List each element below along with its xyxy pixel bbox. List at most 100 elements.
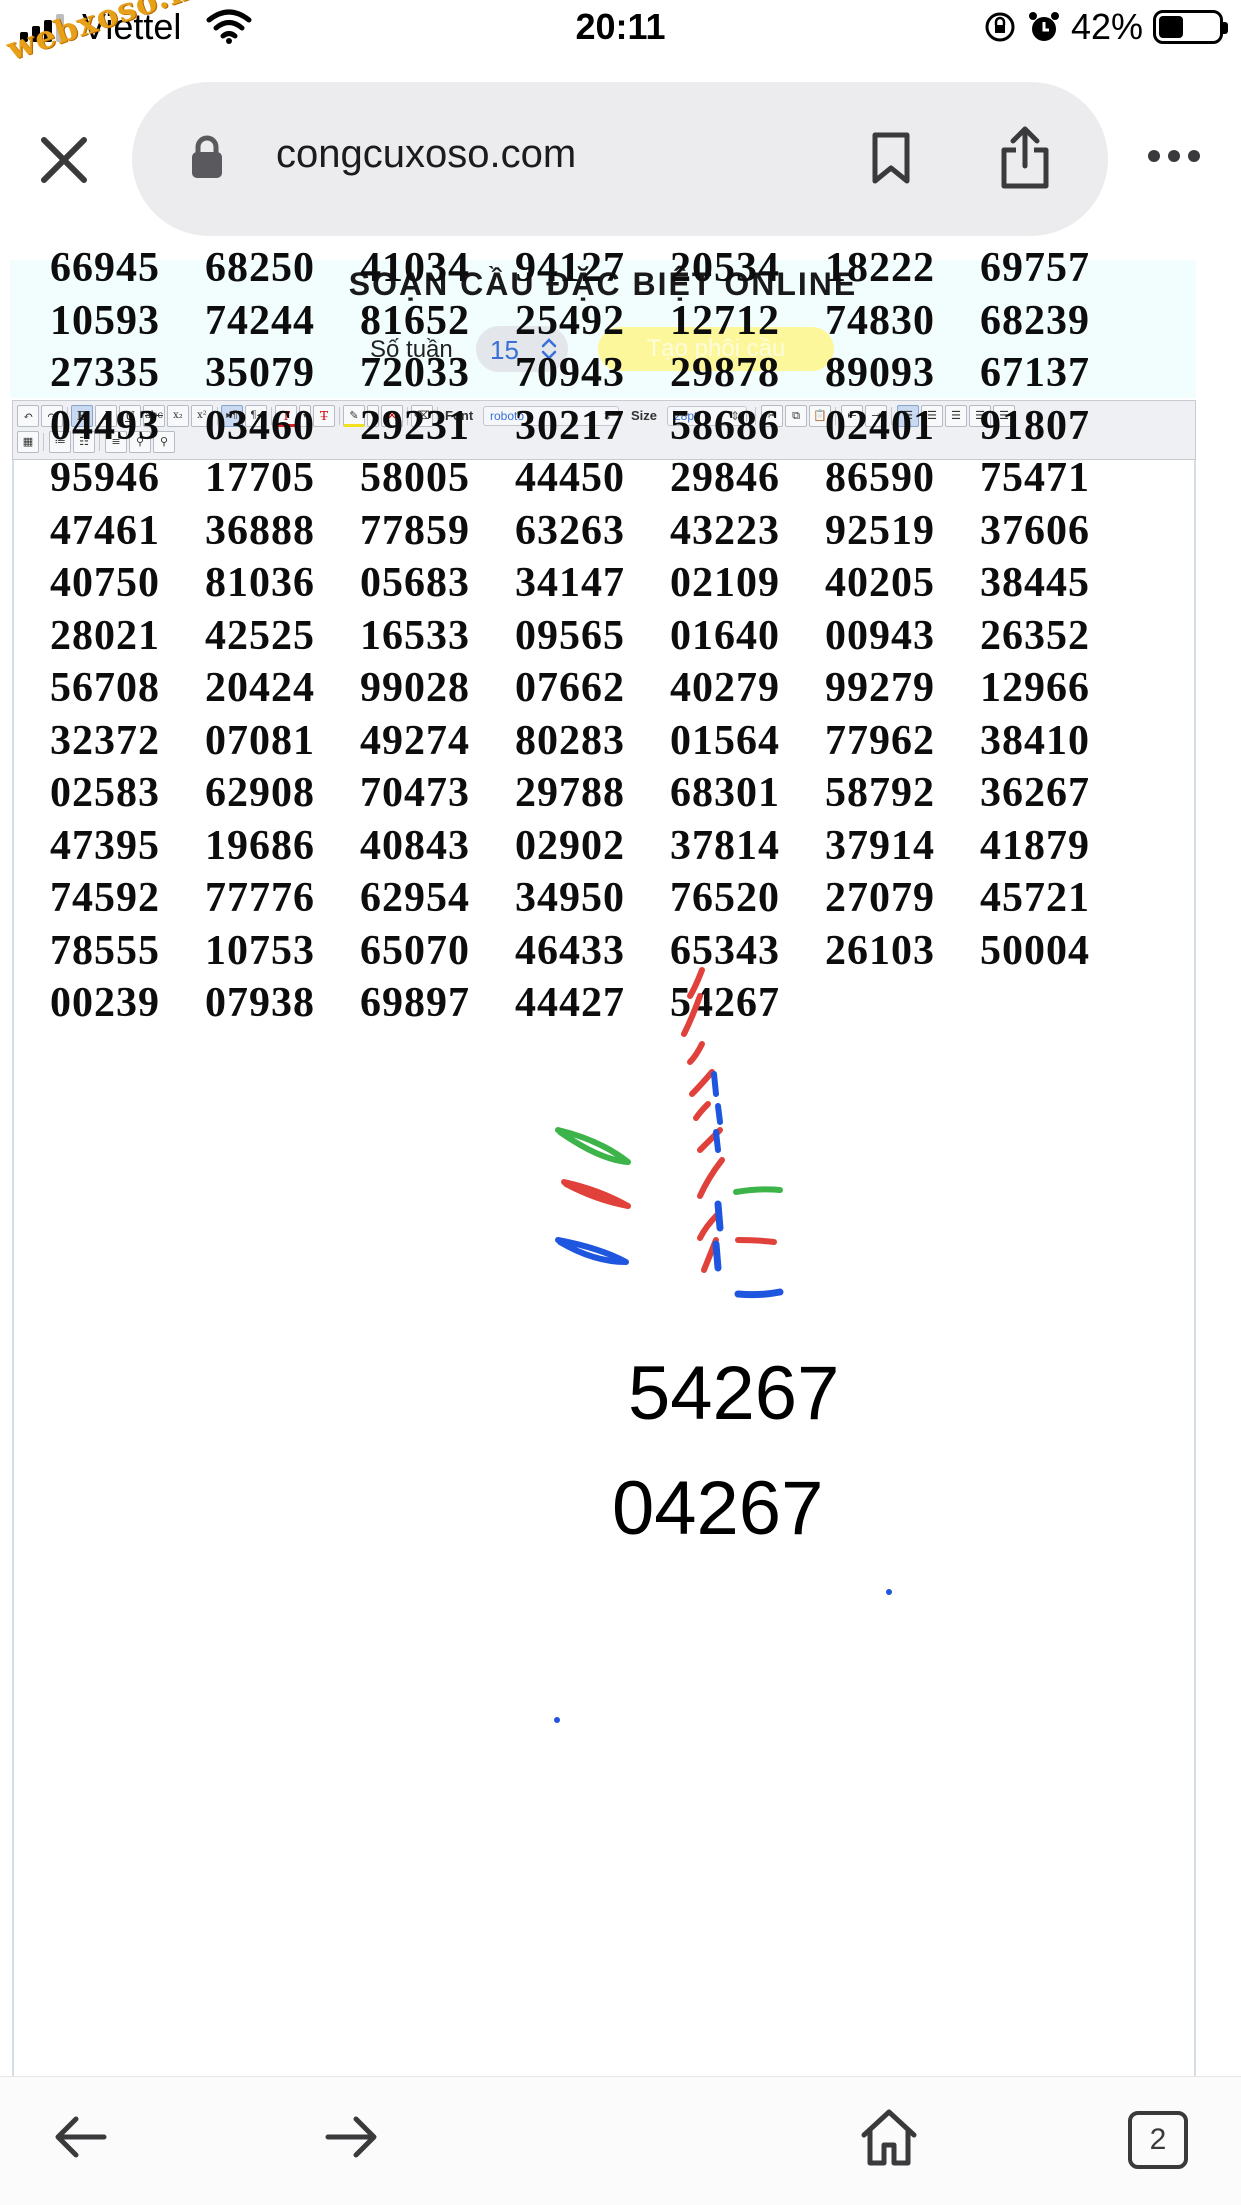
number-cell: 65070 [360,927,470,974]
number-cell: 95946 [50,455,160,501]
bookmark-icon[interactable] [870,132,912,184]
number-row: 28021 42525 16533 09565 01640 00943 26352 [50,610,1170,663]
number-cell: 29231 [360,402,470,449]
number-cell: 77859 [360,507,470,554]
number-cell: 75471 [980,455,1090,501]
number-cell: 02109 [670,560,780,606]
number-cell: 69897 [360,980,470,1026]
number-cell: 04493 [50,402,160,449]
number-cell: 12712 [670,297,780,344]
number-cell: 10593 [50,297,160,344]
share-icon[interactable] [998,126,1052,190]
number-row: 95946 17705 58005 44450 29846 86590 75471 [50,452,1170,505]
number-cell: 63263 [515,507,625,554]
home-icon[interactable] [860,2107,918,2167]
number-cell: 07081 [205,717,315,764]
lock-icon [192,135,222,178]
more-icon[interactable] [1146,148,1202,164]
number-cell: 58005 [360,455,470,501]
number-row: 04493 03460 29231 30217 58686 02401 91807 [50,400,1170,453]
number-cell: 58792 [825,770,935,816]
status-indicators: 42% [983,6,1228,48]
number-cell: 50004 [980,927,1090,974]
number-row: 47395 19686 40843 02902 37814 37914 41879 [50,820,1170,873]
number-cell: 49274 [360,717,470,764]
number-cell: 01564 [670,717,780,764]
address-bar[interactable]: congcuxoso.com [132,82,1108,236]
number-cell: 74244 [205,297,315,344]
number-cell: 54267 [670,980,780,1026]
number-cell: 20424 [205,665,315,711]
number-cell: 38410 [980,717,1090,764]
number-row: 56708 20424 99028 07662 40279 99279 12966 [50,662,1170,715]
number-cell: 36267 [980,770,1090,816]
number-cell: 26103 [825,927,935,974]
screen: Viettel webxoso.net 20:11 42% congcuxoso… [0,0,1241,2205]
tabs-icon[interactable]: 2 [1128,2111,1188,2169]
url-text[interactable]: congcuxoso.com [276,132,576,177]
number-cell: 07662 [515,665,625,711]
number-cell: 29788 [515,770,625,816]
result-line-1: 54267 [628,1351,840,1436]
number-cell: 29846 [670,455,780,501]
number-cell: 10753 [205,927,315,974]
back-arrow-icon[interactable] [52,2115,108,2159]
number-cell: 37914 [825,822,935,869]
number-cell: 37606 [980,507,1090,554]
status-bar: Viettel webxoso.net 20:11 42% [0,0,1241,68]
number-cell: 26352 [980,612,1090,659]
rotation-lock-icon [985,12,1015,42]
number-cell: 43223 [670,507,780,554]
number-row: 02583 62908 70473 29788 68301 58792 36267 [50,767,1170,820]
alarm-icon [1028,12,1059,41]
number-cell: 45721 [980,875,1090,921]
number-cell: 68250 [205,245,315,291]
number-cell: 91807 [980,402,1090,449]
number-cell: 30217 [515,402,625,449]
close-icon[interactable] [36,132,92,188]
number-row: 10593 74244 81652 25492 12712 74830 68239 [50,295,1170,348]
number-cell: 56708 [50,665,160,711]
number-cell: 99028 [360,665,470,711]
forward-arrow-icon[interactable] [324,2115,380,2159]
table-icon[interactable]: ▦ [17,431,39,453]
number-cell: 18222 [825,245,935,291]
undo-icon[interactable]: ↶ [17,405,39,427]
number-cell: 62954 [360,875,470,921]
number-cell: 29878 [670,350,780,396]
number-cell: 81652 [360,297,470,344]
number-cell: 16533 [360,612,470,659]
number-cell: 77776 [205,875,315,921]
number-cell: 32372 [50,717,160,764]
number-cell: 27079 [825,875,935,921]
number-cell: 02583 [50,770,160,816]
number-cell: 62908 [205,770,315,816]
number-cell: 78555 [50,927,160,974]
number-cell: 70473 [360,770,470,816]
number-cell: 34147 [515,560,625,606]
number-cell: 77962 [825,717,935,764]
number-row: 27335 35079 72033 70943 29878 89093 67137 [50,347,1170,400]
number-cell: 02902 [515,822,625,869]
number-cell: 42525 [205,612,315,659]
number-cell: 70943 [515,350,625,396]
number-cell: 40205 [825,560,935,606]
number-cell: 67137 [980,350,1090,396]
number-cell: 25492 [515,297,625,344]
number-cell: 66945 [50,245,160,291]
number-cell: 47395 [50,822,160,869]
number-cell: 76520 [670,875,780,921]
number-cell: 35079 [205,350,315,396]
number-cell: 40279 [670,665,780,711]
number-cell: 40843 [360,822,470,869]
number-cell: 99279 [825,665,935,711]
number-cell: 46433 [515,927,625,974]
number-cell: 74830 [825,297,935,344]
number-cell: 34950 [515,875,625,921]
number-cell: 86590 [825,455,935,501]
number-cell: 92519 [825,507,935,554]
number-cell: 00943 [825,612,935,659]
number-cell: 07938 [205,980,315,1026]
number-cell: 09565 [515,612,625,659]
number-cell: 68301 [670,770,780,816]
